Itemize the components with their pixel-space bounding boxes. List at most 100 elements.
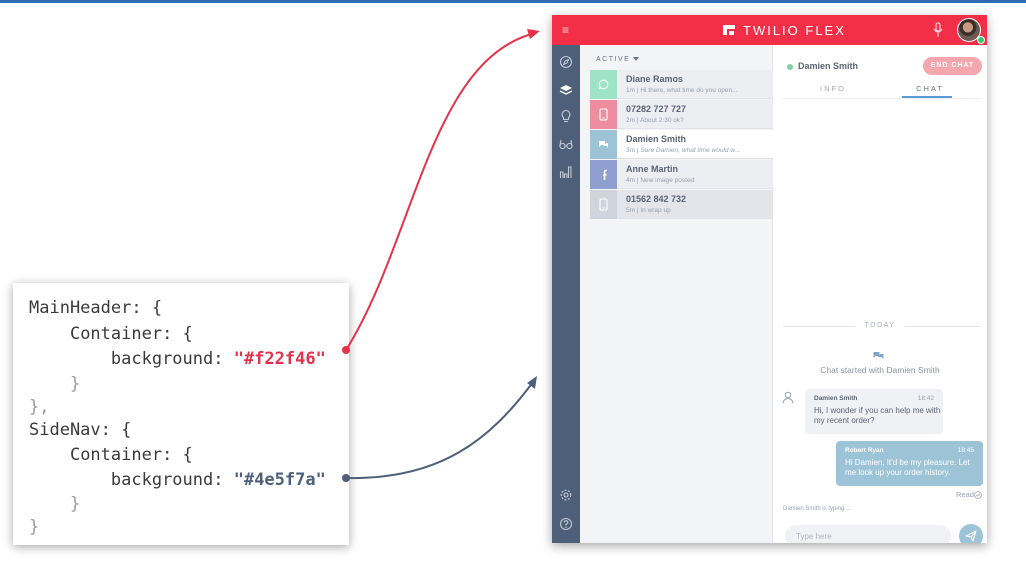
task-age: 2m bbox=[626, 117, 636, 124]
chat-contact-name: Damien Smith bbox=[798, 61, 859, 71]
lightbulb-icon[interactable] bbox=[559, 109, 573, 123]
code-container-key: Container: { bbox=[69, 324, 193, 344]
active-filter-dropdown[interactable]: ACTIVE bbox=[596, 56, 640, 63]
message-text: Hi Damien, It'd be my pleasure. Let me l… bbox=[845, 458, 970, 477]
caret-down-icon bbox=[633, 57, 640, 62]
code-line-main-header-close: }, bbox=[29, 396, 49, 418]
code-line-side-nav: SideNav: { bbox=[29, 419, 131, 441]
task-name: Damien Smith bbox=[626, 134, 687, 144]
webchat-channel-badge bbox=[590, 130, 617, 159]
date-divider-label: TODAY bbox=[864, 322, 896, 329]
message-bubble-outgoing: Robert Ryan 18:45 Hi Damien, It'd be my … bbox=[836, 441, 983, 486]
code-line-container: Container: { bbox=[29, 444, 193, 466]
settings-icon[interactable] bbox=[559, 488, 573, 502]
task-name: 07282 727 727 bbox=[626, 104, 687, 114]
message-text: Hi, I wonder if you can help me with my … bbox=[814, 406, 941, 425]
task-preview: About 2:30 ok? bbox=[639, 117, 684, 124]
chat-panel: Damien Smith END CHAT INFO CHAT TODAY Ch… bbox=[773, 45, 987, 543]
mobile-phone-icon bbox=[599, 108, 608, 121]
task-item-anne-martin[interactable]: Anne Martin 4m | New image posted bbox=[590, 160, 773, 189]
task-preview: New image posted bbox=[640, 177, 695, 184]
brand: TWILIO FLEX bbox=[721, 22, 846, 38]
task-item-sms[interactable]: 07282 727 727 2m | About 2:30 ok? bbox=[590, 100, 773, 129]
tab-divider bbox=[783, 98, 981, 99]
message-input[interactable] bbox=[785, 525, 951, 543]
chat-started-icon bbox=[873, 352, 884, 359]
bar-chart-icon[interactable] bbox=[559, 165, 573, 179]
task-list: ACTIVE Diane Ramos 1m | Hi there, what t… bbox=[580, 45, 773, 543]
tab-info[interactable]: INFO bbox=[793, 84, 873, 93]
hamburger-icon[interactable]: ≡ bbox=[562, 23, 569, 37]
arrow-to-main-header bbox=[345, 32, 536, 351]
code-line-main-header: MainHeader: { bbox=[29, 297, 162, 319]
message-author: Robert Ryan bbox=[845, 447, 884, 454]
brand-title: TWILIO FLEX bbox=[743, 22, 846, 38]
chat-bubble-icon bbox=[599, 141, 608, 148]
code-side-nav-key: SideNav: { bbox=[29, 420, 132, 440]
task-meta: 4m | New image posted bbox=[626, 177, 695, 184]
glasses-icon[interactable] bbox=[559, 137, 573, 151]
code-background-key: background: bbox=[110, 349, 234, 369]
task-name: Anne Martin bbox=[626, 164, 679, 174]
divider-line bbox=[783, 326, 855, 327]
active-tab-indicator bbox=[902, 96, 952, 98]
divider-line bbox=[905, 326, 981, 327]
read-receipt-label: Read bbox=[956, 490, 974, 499]
task-meta: 2m | About 2:30 ok? bbox=[626, 117, 684, 124]
arrow-to-side-nav bbox=[345, 381, 534, 480]
send-icon bbox=[965, 530, 977, 542]
active-filter-label: ACTIVE bbox=[596, 56, 631, 63]
task-preview: In wrap up bbox=[640, 207, 671, 214]
task-item-damien-smith[interactable]: Damien Smith 3m | Sure Damien, what time… bbox=[590, 130, 773, 159]
chat-started-notice: Chat started with Damien Smith bbox=[820, 365, 940, 375]
task-item-voice-wrapup[interactable]: 01562 842 732 5m | In wrap up bbox=[590, 190, 773, 219]
agent-status-indicator bbox=[977, 36, 985, 44]
send-button[interactable] bbox=[959, 524, 983, 543]
code-background-key: background: bbox=[110, 470, 234, 490]
code-side-nav-color-value: "#4e5f7a" bbox=[233, 470, 326, 490]
task-meta: 1m | Hi there, what time do you open... bbox=[626, 87, 738, 94]
task-name: 01562 842 732 bbox=[626, 194, 687, 204]
contact-presence-indicator bbox=[787, 64, 793, 70]
arrowhead-red bbox=[527, 29, 540, 39]
phone-icon bbox=[599, 198, 608, 211]
main-header: ≡ TWILIO FLEX bbox=[552, 15, 987, 45]
user-icon bbox=[782, 391, 794, 404]
sms-channel-badge bbox=[590, 100, 617, 129]
task-meta: 3m | Sure Damien, what time would w... bbox=[626, 147, 741, 154]
task-age: 3m bbox=[626, 147, 636, 154]
code-line-background-red: background: "#f22f46" bbox=[29, 348, 326, 370]
layers-icon[interactable] bbox=[559, 83, 573, 97]
task-age: 4m bbox=[626, 177, 636, 184]
code-line-background-blue: background: "#4e5f7a" bbox=[29, 469, 326, 491]
code-brace: }, bbox=[29, 397, 50, 417]
help-icon[interactable] bbox=[559, 517, 573, 531]
theme-code-panel: MainHeader: { Container: { background: "… bbox=[13, 283, 349, 545]
code-brace: } bbox=[29, 517, 40, 537]
message-bubble-incoming: Damien Smith 18:42 Hi, I wonder if you c… bbox=[805, 389, 943, 434]
task-age: 5m bbox=[626, 207, 636, 214]
side-nav bbox=[552, 45, 580, 543]
code-brace: } bbox=[69, 374, 81, 394]
code-line-container: Container: { bbox=[29, 323, 193, 345]
end-chat-button[interactable]: END CHAT bbox=[923, 57, 982, 75]
facebook-icon bbox=[603, 169, 607, 180]
typing-indicator: Damien Smith is typing ... bbox=[783, 506, 852, 512]
message-time: 18:45 bbox=[957, 447, 974, 454]
task-meta: 5m | In wrap up bbox=[626, 207, 671, 214]
code-line-side-nav-close: } bbox=[29, 516, 39, 538]
code-line-container-close: } bbox=[29, 493, 80, 515]
task-age: 1m bbox=[626, 87, 636, 94]
task-item-diane-ramos[interactable]: Diane Ramos 1m | Hi there, what time do … bbox=[590, 70, 773, 99]
compass-icon[interactable] bbox=[559, 55, 573, 69]
code-container-key: Container: { bbox=[69, 445, 193, 465]
read-check-icon bbox=[974, 491, 982, 499]
task-name: Diane Ramos bbox=[626, 74, 684, 84]
top-rule bbox=[0, 0, 1026, 3]
task-preview: Hi there, what time do you open... bbox=[640, 87, 738, 94]
arrowhead-blue bbox=[527, 376, 537, 389]
message-time: 18:42 bbox=[917, 395, 934, 402]
tab-chat[interactable]: CHAT bbox=[890, 84, 970, 93]
whatsapp-channel-badge bbox=[590, 70, 617, 99]
microphone-icon[interactable] bbox=[931, 22, 945, 38]
